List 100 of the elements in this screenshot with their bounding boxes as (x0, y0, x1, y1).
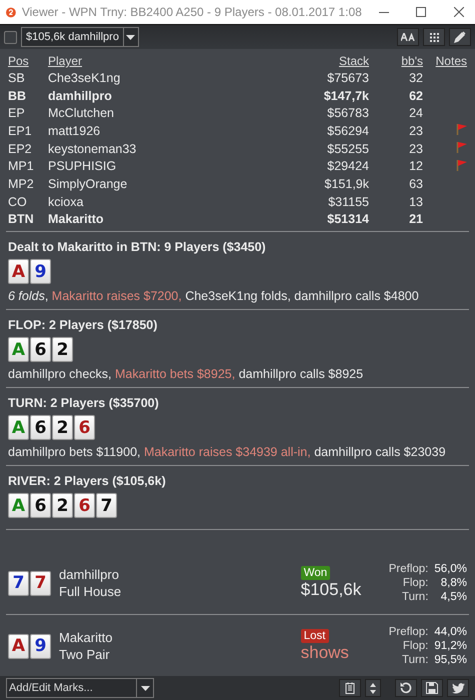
playing-card: A (8, 634, 29, 659)
result-amount: shows (300, 643, 349, 664)
playing-card: 2 (52, 337, 73, 362)
position-cell: EP1 (8, 124, 32, 138)
playing-card: 9 (30, 634, 51, 659)
marks-field[interactable]: Add/Edit Marks... (7, 681, 136, 695)
position-cell: SB (8, 70, 25, 85)
refresh-icon (400, 682, 412, 694)
playing-card: 7 (30, 570, 51, 596)
bird-icon (452, 682, 464, 694)
player-name: Che3seK1ng (48, 70, 120, 85)
action-line: damhillpro checks, Makaritto bets $8925, damhillpro calls $8925 (8, 367, 364, 382)
playing-card: 2 (52, 415, 73, 440)
player-name: keystoneman33 (48, 142, 136, 156)
column-header[interactable]: Stack (338, 54, 369, 68)
hand-rank: Full House (59, 583, 122, 600)
player-name: SimplyOrange (48, 176, 128, 191)
app-logo-icon (6, 6, 16, 18)
share-button[interactable] (447, 679, 469, 697)
street-heading: RIVER: 2 Players ($105,6k) (8, 474, 167, 488)
column-header[interactable]: Pos (8, 54, 29, 68)
big-blinds-cell: 23 (409, 142, 423, 156)
playing-card: 6 (30, 493, 51, 518)
position-cell: EP (8, 106, 25, 120)
caret-icon (140, 686, 150, 690)
stack-cell: $56783 (327, 106, 369, 120)
big-blinds-cell: 24 (409, 106, 423, 120)
up-down-icon (370, 682, 376, 694)
position-cell: BB (8, 88, 26, 103)
street-heading: Dealt to Makaritto in BTN: 9 Players ($3450) (8, 240, 267, 254)
equity-value: 56,0% (434, 562, 467, 576)
player-name: Makaritto (48, 212, 104, 226)
equity-label: Preflop: (388, 562, 428, 576)
player-name: damhillpro (48, 88, 112, 103)
grid-icon (430, 32, 438, 42)
font-size-button[interactable] (397, 28, 419, 46)
close-icon[interactable] (454, 7, 464, 17)
window-title: Viewer - WPN Trny: BB2400 A250 - 9 Players - 08.01.2017 1:08 (22, 5, 362, 19)
equity-value: 8,8% (440, 576, 467, 590)
big-blinds-cell: 23 (409, 124, 423, 138)
playing-card: 7 (96, 493, 117, 518)
column-header[interactable]: Player (48, 54, 82, 68)
equity-label: Flop: (402, 639, 428, 654)
equity-label: Flop: (402, 576, 428, 590)
save-icon (426, 682, 438, 694)
result-badge: Lost (300, 629, 328, 644)
stack-cell: $29424 (327, 159, 369, 174)
big-blinds-cell: 63 (409, 176, 423, 191)
action-line: damhillpro bets $11900, Makaritto raises $34939 all-in, damhillpro calls $23039 (8, 445, 447, 460)
playing-card: 9 (30, 259, 51, 284)
hand-rank: Two Pair (59, 646, 111, 664)
equity-label: Preflop: (388, 625, 428, 640)
sort-button[interactable] (365, 679, 381, 697)
stack-cell: $147,7k (324, 88, 369, 103)
playing-card: 6 (74, 493, 95, 518)
equity-value: 91,2% (434, 639, 467, 654)
stack-cell: $151,9k (324, 176, 369, 191)
caret-icon (126, 34, 136, 40)
playing-card: 7 (8, 570, 29, 596)
big-blinds-cell: 62 (409, 88, 423, 103)
playing-card: A (8, 259, 29, 284)
replay-button[interactable] (395, 679, 417, 697)
save-button[interactable] (421, 679, 443, 697)
equity-value: 4,5% (440, 590, 467, 604)
position-cell: EP2 (8, 142, 32, 156)
player-name: kcioxa (48, 194, 84, 209)
marks-dropdown[interactable]: Add/Edit Marks... (6, 678, 154, 698)
playing-card: A (8, 415, 29, 440)
equity-value: 44,0% (434, 625, 467, 640)
hand-dropdown[interactable]: $105,6k damhillpro (21, 27, 139, 47)
big-blinds-cell: 21 (409, 212, 423, 226)
column-header[interactable]: Notes (436, 54, 467, 68)
stack-cell: $75673 (327, 70, 369, 85)
notepad-icon (345, 682, 355, 694)
big-blinds-cell: 12 (409, 159, 423, 174)
stack-cell: $51314 (327, 212, 369, 226)
action-line: 6 folds, Makaritto raises $7200, Che3seK1ng folds, damhillpro calls $4800 (8, 289, 420, 304)
big-blinds-cell: 13 (409, 194, 423, 209)
stack-cell: $31155 (328, 194, 369, 209)
street-heading: TURN: 2 Players ($35700) (8, 396, 160, 410)
notes-button[interactable] (339, 679, 361, 697)
position-cell: MP2 (8, 176, 34, 191)
playing-card: 6 (30, 415, 51, 440)
street-heading: FLOP: 2 Players ($17850) (8, 318, 158, 332)
equity-label: Turn: (400, 653, 428, 668)
equity-value: 95,5% (434, 653, 467, 668)
position-cell: MP1 (8, 159, 34, 174)
edit-button[interactable] (449, 28, 471, 46)
font-size-icon (401, 33, 415, 41)
checkbox[interactable] (4, 30, 17, 44)
result-amount: $105,6k (300, 580, 362, 600)
maximize-icon[interactable] (416, 7, 426, 17)
result-badge: Won (300, 566, 330, 580)
stack-cell: $55255 (327, 142, 369, 156)
column-header[interactable]: bb's (401, 54, 423, 68)
position-cell: CO (8, 194, 27, 209)
equity-label: Turn: (400, 590, 428, 604)
grid-button[interactable] (423, 28, 445, 46)
playing-card: 2 (52, 493, 73, 518)
big-blinds-cell: 32 (409, 70, 423, 85)
